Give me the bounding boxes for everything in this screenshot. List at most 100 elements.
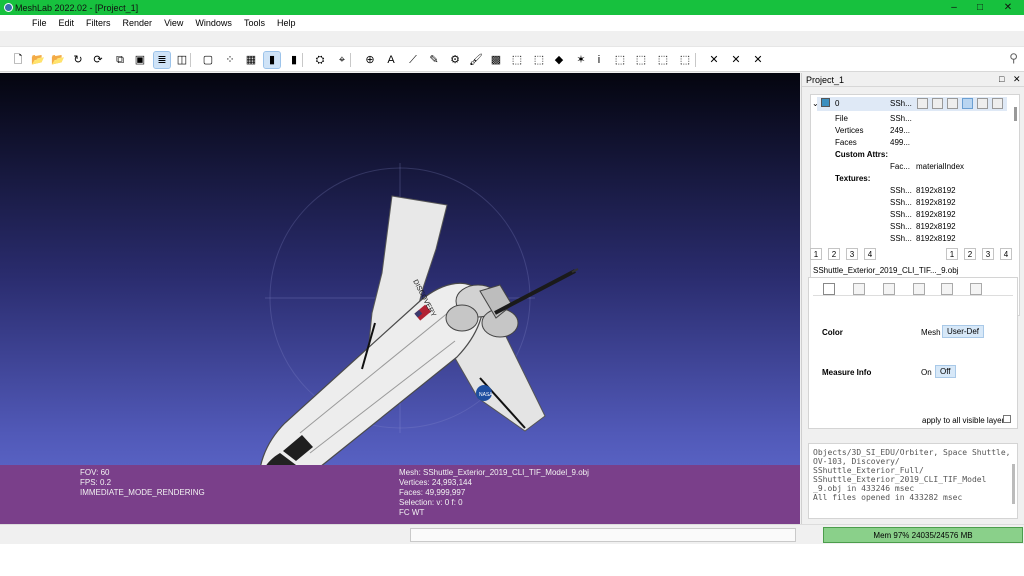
layer-texture-icon[interactable]	[977, 98, 988, 109]
select-z-icon[interactable]: ⬚	[655, 52, 671, 68]
status-bar: Mem 97% 24035/24576 MB	[0, 524, 1024, 544]
tree-value: 499...	[890, 138, 911, 147]
info-icon[interactable]: i	[591, 52, 607, 68]
layer-color-icon[interactable]	[992, 98, 1003, 109]
menu-filters[interactable]: Filters	[86, 18, 111, 28]
texture-name: SSh...	[890, 222, 912, 231]
tab-texture-icon[interactable]	[941, 283, 953, 295]
float-panel-icon[interactable]: □	[999, 74, 1004, 84]
search-icon[interactable]: ⚲	[1009, 51, 1018, 65]
open-project-icon[interactable]: 📂	[30, 52, 46, 68]
visibility-eye-icon[interactable]	[821, 98, 830, 107]
export-icon[interactable]: ⧉	[112, 52, 128, 68]
bbox-icon[interactable]: ▢	[200, 52, 216, 68]
menu-tools[interactable]: Tools	[244, 18, 265, 28]
view-button-2[interactable]: 2	[828, 248, 840, 260]
menu-windows[interactable]: Windows	[195, 18, 232, 28]
raster-icon[interactable]: ◫	[174, 52, 190, 68]
tab-points-icon[interactable]	[853, 283, 865, 295]
smooth-icon[interactable]: ▮	[286, 52, 302, 68]
3d-viewport[interactable]: DISCOVERY NASA	[0, 73, 800, 524]
tree-key: Faces	[835, 138, 857, 147]
pick-points-icon[interactable]: ⬚	[612, 52, 628, 68]
reload-icon[interactable]: ↻	[70, 52, 86, 68]
points-icon[interactable]: ⁘	[222, 52, 238, 68]
apply-all-checkbox[interactable]	[1003, 415, 1011, 423]
view-button-4[interactable]: 4	[1000, 248, 1012, 260]
measure-info-label: Measure Info	[822, 368, 872, 377]
minimize-button[interactable]: –	[942, 0, 966, 15]
lighting-icon[interactable]: ⛭	[312, 52, 328, 68]
trackball-icon[interactable]: ⊕	[362, 52, 378, 68]
layer-flat-icon[interactable]	[962, 98, 973, 109]
toolbar-separator	[190, 53, 191, 67]
annotate-icon[interactable]: A	[383, 52, 399, 68]
layer-points-icon[interactable]	[932, 98, 943, 109]
toolbar-separator	[302, 53, 303, 67]
flat-icon[interactable]: ▮	[263, 51, 281, 69]
window-title: MeshLab 2022.02 - [Project_1]	[15, 2, 139, 13]
menu-view[interactable]: View	[164, 18, 183, 28]
delete-faces-icon[interactable]: ✕	[728, 52, 744, 68]
color-value-button[interactable]: User-Def	[942, 325, 985, 338]
texture-name: SSh...	[890, 210, 912, 219]
layer-wire-icon[interactable]	[947, 98, 958, 109]
snapshot-icon[interactable]: ▣	[132, 52, 148, 68]
mesh-file-text: Mesh: SShuttle_Exterior_2019_CLI_TIF_Mod…	[399, 468, 589, 477]
view-button-4[interactable]: 4	[864, 248, 876, 260]
select-conn-icon[interactable]: ⬚	[633, 52, 649, 68]
view-button-2[interactable]: 2	[964, 248, 976, 260]
reload-all-icon[interactable]: ⟳	[90, 52, 106, 68]
close-panel-icon[interactable]: ✕	[1013, 74, 1021, 85]
tab-color-icon[interactable]	[970, 283, 982, 295]
select-paint-icon[interactable]: ⬚	[677, 52, 693, 68]
view-buttons-right: 1 2 3 4	[946, 248, 1018, 260]
axes-icon[interactable]: ⌖	[334, 52, 350, 68]
close-button[interactable]: ✕	[996, 0, 1020, 15]
expand-icon[interactable]: ⌄	[812, 98, 819, 110]
measure-on-option[interactable]: On	[921, 368, 932, 377]
star-icon[interactable]: ✶	[573, 52, 589, 68]
delete-vertices-icon[interactable]: ✕	[706, 52, 722, 68]
select-faces-icon[interactable]: ⬚	[531, 52, 547, 68]
panel-header: Project_1 □ ✕	[802, 73, 1024, 87]
maximize-button[interactable]: □	[968, 0, 992, 15]
selection-text: Selection: v: 0 f: 0	[399, 498, 463, 507]
view-button-3[interactable]: 3	[982, 248, 994, 260]
texture-size: 8192x8192	[916, 186, 956, 195]
align-icon[interactable]: ⚙	[447, 52, 463, 68]
fcwt-text: FC WT	[399, 508, 425, 517]
measure-off-button[interactable]: Off	[935, 365, 956, 378]
wireframe-icon[interactable]: ▦	[243, 52, 259, 68]
textures-label: Textures:	[835, 174, 871, 183]
view-button-3[interactable]: 3	[846, 248, 858, 260]
paint-icon[interactable]: ✎	[426, 52, 442, 68]
texture-icon[interactable]: ▩	[488, 52, 504, 68]
layer-bbox-icon[interactable]	[917, 98, 928, 109]
menu-help[interactable]: Help	[277, 18, 296, 28]
menu-bar: File Edit Filters Render View Windows To…	[0, 15, 1024, 31]
measure-icon[interactable]: ⟋	[405, 52, 421, 68]
new-project-icon[interactable]: 🗋	[10, 52, 26, 68]
tab-solid-icon[interactable]	[913, 283, 925, 295]
texture-size: 8192x8192	[916, 234, 956, 243]
meshlab-logo-icon	[4, 3, 13, 12]
menu-file[interactable]: File	[32, 18, 47, 28]
tree-scrollbar[interactable]	[1014, 107, 1017, 121]
layers-icon[interactable]: ≣	[153, 51, 171, 69]
view-button-1[interactable]: 1	[810, 248, 822, 260]
georef-icon[interactable]: ◆	[551, 52, 567, 68]
select-vertices-icon[interactable]: ⬚	[509, 52, 525, 68]
color-mesh-option[interactable]: Mesh	[921, 328, 941, 337]
view-button-1[interactable]: 1	[946, 248, 958, 260]
log-scrollbar[interactable]	[1012, 464, 1015, 504]
main-toolbar: 🗋 📂 📂 ↻ ⟳ ⧉ ▣ ≣ ◫ ▢ ⁘ ▦ ▮ ▮ ⛭ ⌖ ⊕ A ⟋ ✎ ⚙ 🖌 ▩ ⬚ ⬚ ◆ ✶ i ⬚ ⬚ ⬚ ⬚ ✕ ✕ ✕	[0, 46, 1024, 72]
brush-icon[interactable]: 🖌	[468, 52, 484, 68]
menu-edit[interactable]: Edit	[59, 18, 75, 28]
tab-bbox-icon[interactable]	[823, 283, 835, 295]
menu-render[interactable]: Render	[123, 18, 153, 28]
import-mesh-icon[interactable]: 📂	[50, 52, 66, 68]
delete-all-icon[interactable]: ✕	[750, 52, 766, 68]
tab-wire-icon[interactable]	[883, 283, 895, 295]
memory-usage-bar: Mem 97% 24035/24576 MB	[823, 527, 1023, 543]
